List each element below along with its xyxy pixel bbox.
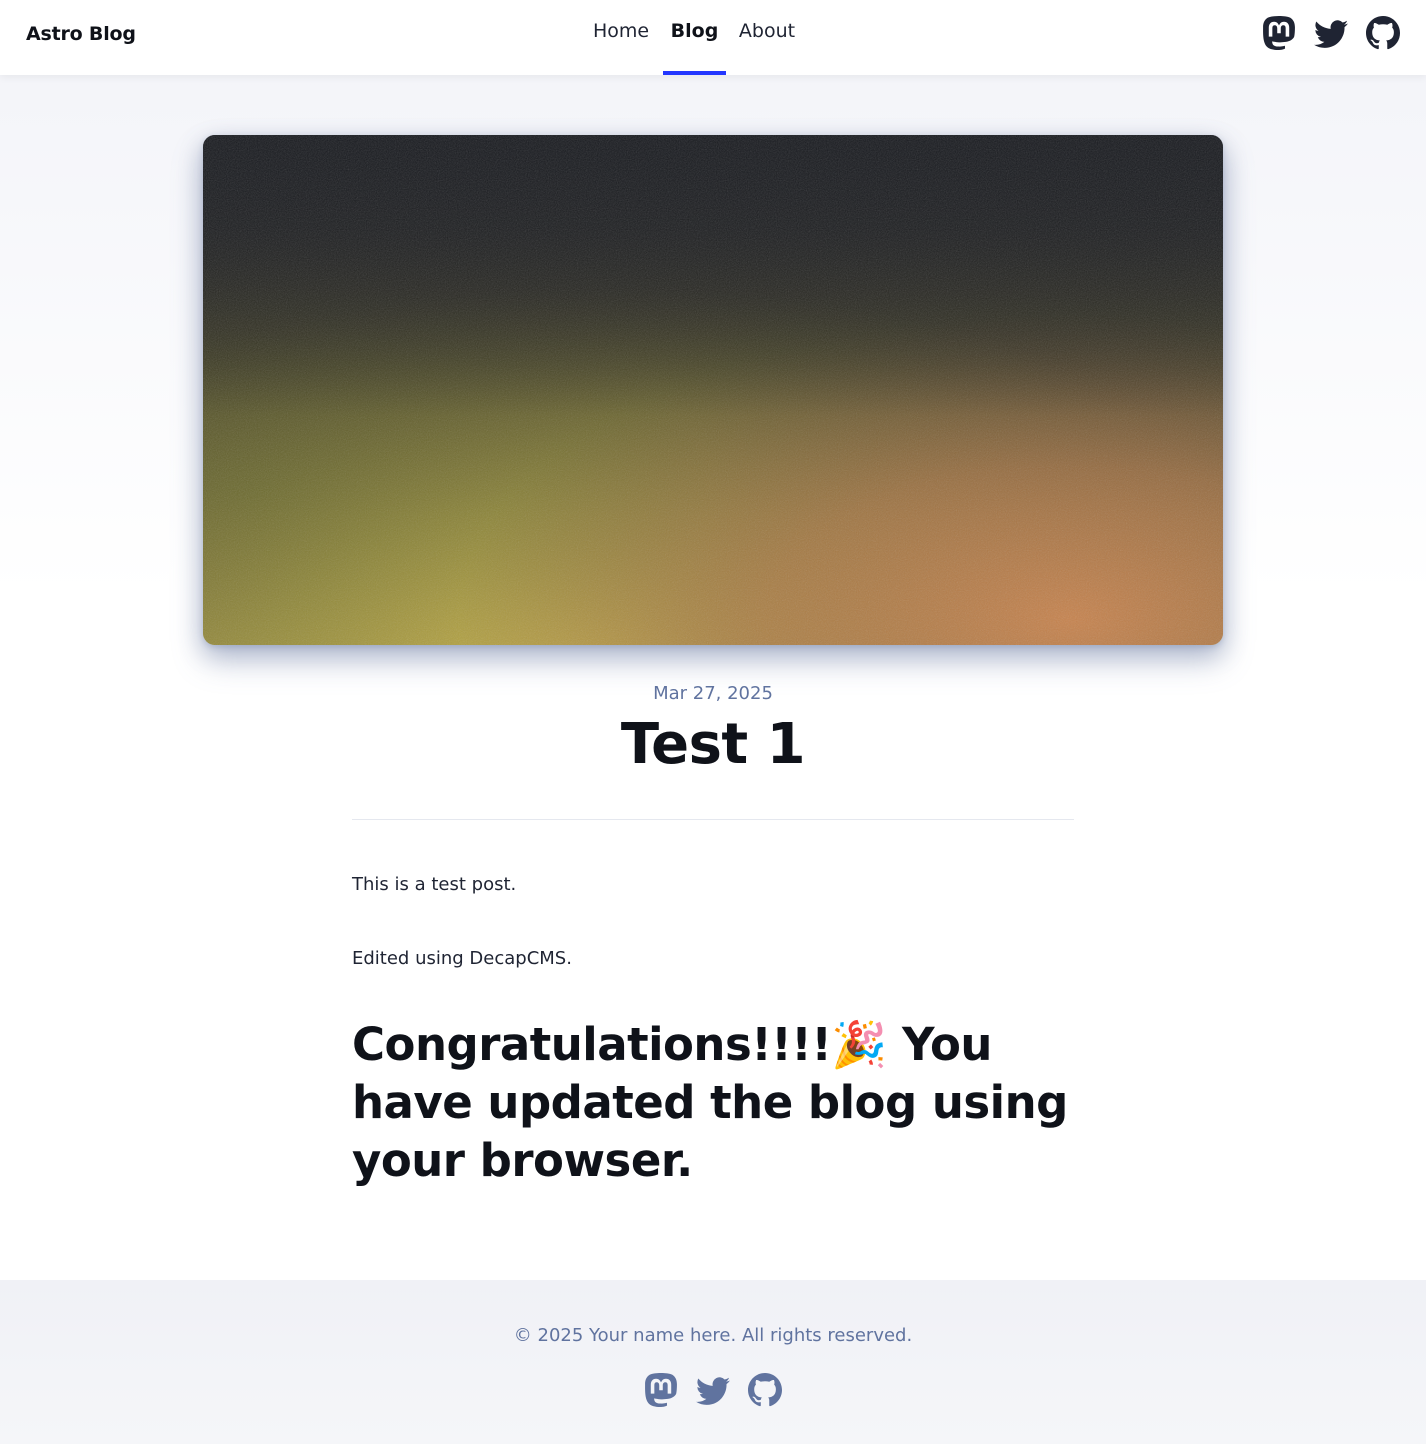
- footer-copyright: © 2025 Your name here. All rights reserv…: [513, 1325, 913, 1346]
- footer-social-links: [0, 1373, 1426, 1407]
- github-link[interactable]: [1366, 15, 1400, 51]
- footer-github-link[interactable]: [748, 1373, 782, 1407]
- header-social-links: [1262, 15, 1400, 51]
- nav-about-link[interactable]: About: [736, 20, 798, 75]
- main-nav: Home Blog About: [0, 0, 1426, 75]
- hero-image: [203, 135, 1223, 645]
- hero-gradient-image: [203, 135, 1223, 645]
- mastodon-link[interactable]: [1262, 15, 1296, 51]
- post-title: Test 1: [620, 712, 806, 777]
- footer-mastodon-link[interactable]: [644, 1373, 678, 1407]
- site-footer: © 2025 Your name here. All rights reserv…: [0, 1280, 1426, 1444]
- twitter-link[interactable]: [1314, 15, 1348, 51]
- twitter-icon: [696, 1377, 730, 1405]
- post-heading: Congratulations!!!!🎉 You have updated th…: [352, 1018, 1068, 1187]
- twitter-icon: [1314, 20, 1348, 48]
- github-icon: [748, 1373, 782, 1407]
- post-paragraph: This is a test post.: [352, 874, 517, 895]
- mastodon-icon: [645, 1373, 677, 1407]
- nav-blog-link[interactable]: Blog: [663, 20, 726, 75]
- site-header: Astro Blog Home Blog About: [0, 0, 1426, 75]
- title-divider: [352, 819, 1074, 820]
- mastodon-icon: [1263, 16, 1295, 50]
- post-paragraph: Edited using DecapCMS.: [352, 948, 572, 969]
- footer-twitter-link[interactable]: [696, 1373, 730, 1407]
- post-date: Mar 27, 2025: [653, 683, 773, 704]
- nav-home-link[interactable]: Home: [590, 20, 652, 75]
- github-icon: [1366, 16, 1400, 50]
